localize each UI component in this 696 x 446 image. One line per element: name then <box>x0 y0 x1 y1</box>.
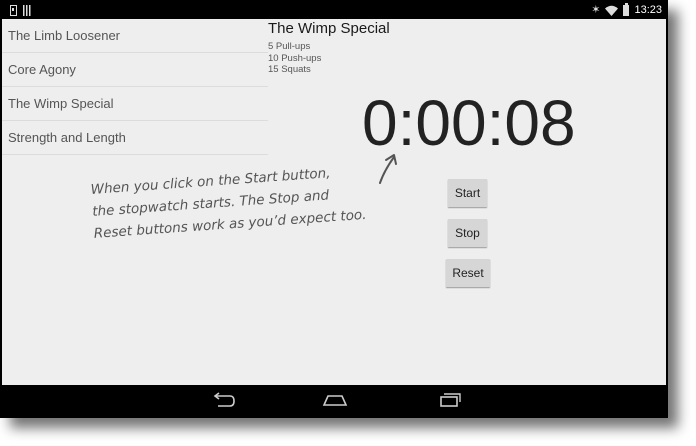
workout-description-line: 5 Pull-ups <box>268 41 311 52</box>
workout-list-item[interactable]: The Limb Loosener <box>2 19 268 53</box>
navigation-bar <box>2 385 666 416</box>
battery-icon <box>623 2 630 16</box>
workout-list: The Limb Loosener Core Agony The Wimp Sp… <box>2 19 268 155</box>
workout-description: 5 Pull-ups 10 Push-ups 15 Squats <box>268 41 321 76</box>
workout-description-line: 10 Push-ups <box>268 52 322 64</box>
status-bar: ✶ 13:23 <box>2 2 666 19</box>
reset-button[interactable]: Reset <box>446 259 490 287</box>
stop-button[interactable]: Stop <box>448 219 487 247</box>
tablet-frame: ✶ 13:23 The Limb Loosener Core Agony The… <box>0 0 668 418</box>
start-button[interactable]: Start <box>448 179 487 207</box>
workout-title: The Wimp Special <box>268 20 390 37</box>
app-screen: The Limb Loosener Core Agony The Wimp Sp… <box>2 19 666 385</box>
workout-list-item[interactable]: The Wimp Special <box>2 87 268 121</box>
phone-icon <box>10 5 17 16</box>
workout-list-item[interactable]: Core Agony <box>2 53 268 87</box>
workout-list-item[interactable]: Strength and Length <box>2 121 268 155</box>
back-icon[interactable] <box>210 392 236 408</box>
recent-apps-icon[interactable] <box>436 392 462 408</box>
wifi-icon <box>605 5 619 16</box>
signal-bars-icon <box>23 5 31 16</box>
workout-description-line: 15 Squats <box>268 64 311 75</box>
home-icon[interactable] <box>322 392 348 408</box>
status-time: 13:23 <box>634 4 662 16</box>
handwritten-annotation: When you click on the Start button, the … <box>90 155 434 245</box>
bluetooth-icon: ✶ <box>591 3 601 16</box>
